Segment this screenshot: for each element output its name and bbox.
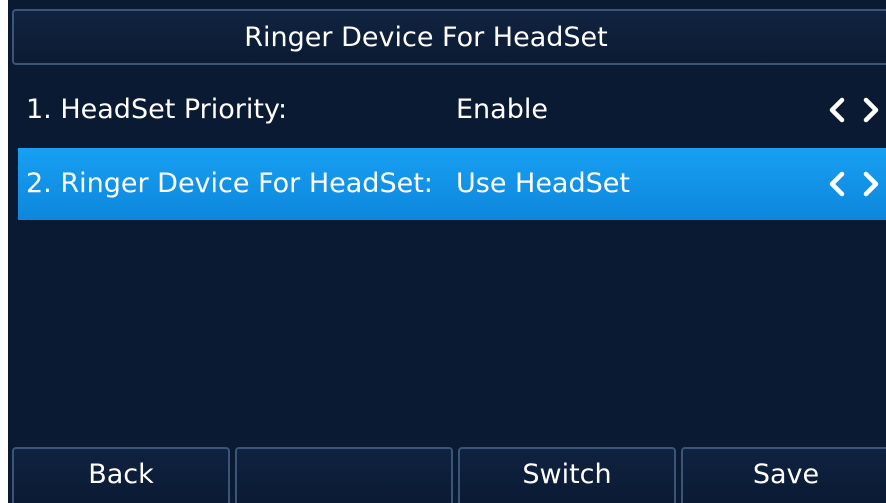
lcd-panel: Ringer Device For HeadSet 1. HeadSet Pri… — [8, 0, 886, 503]
menu-item-ringer-device[interactable]: 2. Ringer Device For HeadSet: Use HeadSe… — [18, 148, 886, 220]
chevron-left-icon[interactable] — [824, 96, 852, 124]
chevron-right-icon[interactable] — [856, 170, 884, 198]
page-title: Ringer Device For HeadSet — [244, 21, 608, 53]
empty-softkey[interactable] — [235, 447, 453, 503]
page-title-bar: Ringer Device For HeadSet — [12, 9, 886, 65]
switch-softkey[interactable]: Switch — [458, 447, 676, 503]
chevron-left-icon[interactable] — [824, 170, 852, 198]
menu-item-label: 1. HeadSet Priority: — [26, 94, 288, 125]
save-softkey[interactable]: Save — [681, 447, 886, 503]
chevron-right-icon[interactable] — [856, 96, 884, 124]
phone-screen: Ringer Device For HeadSet 1. HeadSet Pri… — [0, 0, 886, 503]
back-softkey[interactable]: Back — [12, 447, 230, 503]
menu-item-label: 2. Ringer Device For HeadSet: — [26, 168, 433, 199]
menu-item-headset-priority[interactable]: 1. HeadSet Priority: Enable — [18, 74, 886, 146]
menu-item-value: Enable — [456, 94, 548, 125]
softkey-bar: Back Switch Save — [8, 447, 886, 503]
menu-item-value: Use HeadSet — [456, 168, 630, 199]
